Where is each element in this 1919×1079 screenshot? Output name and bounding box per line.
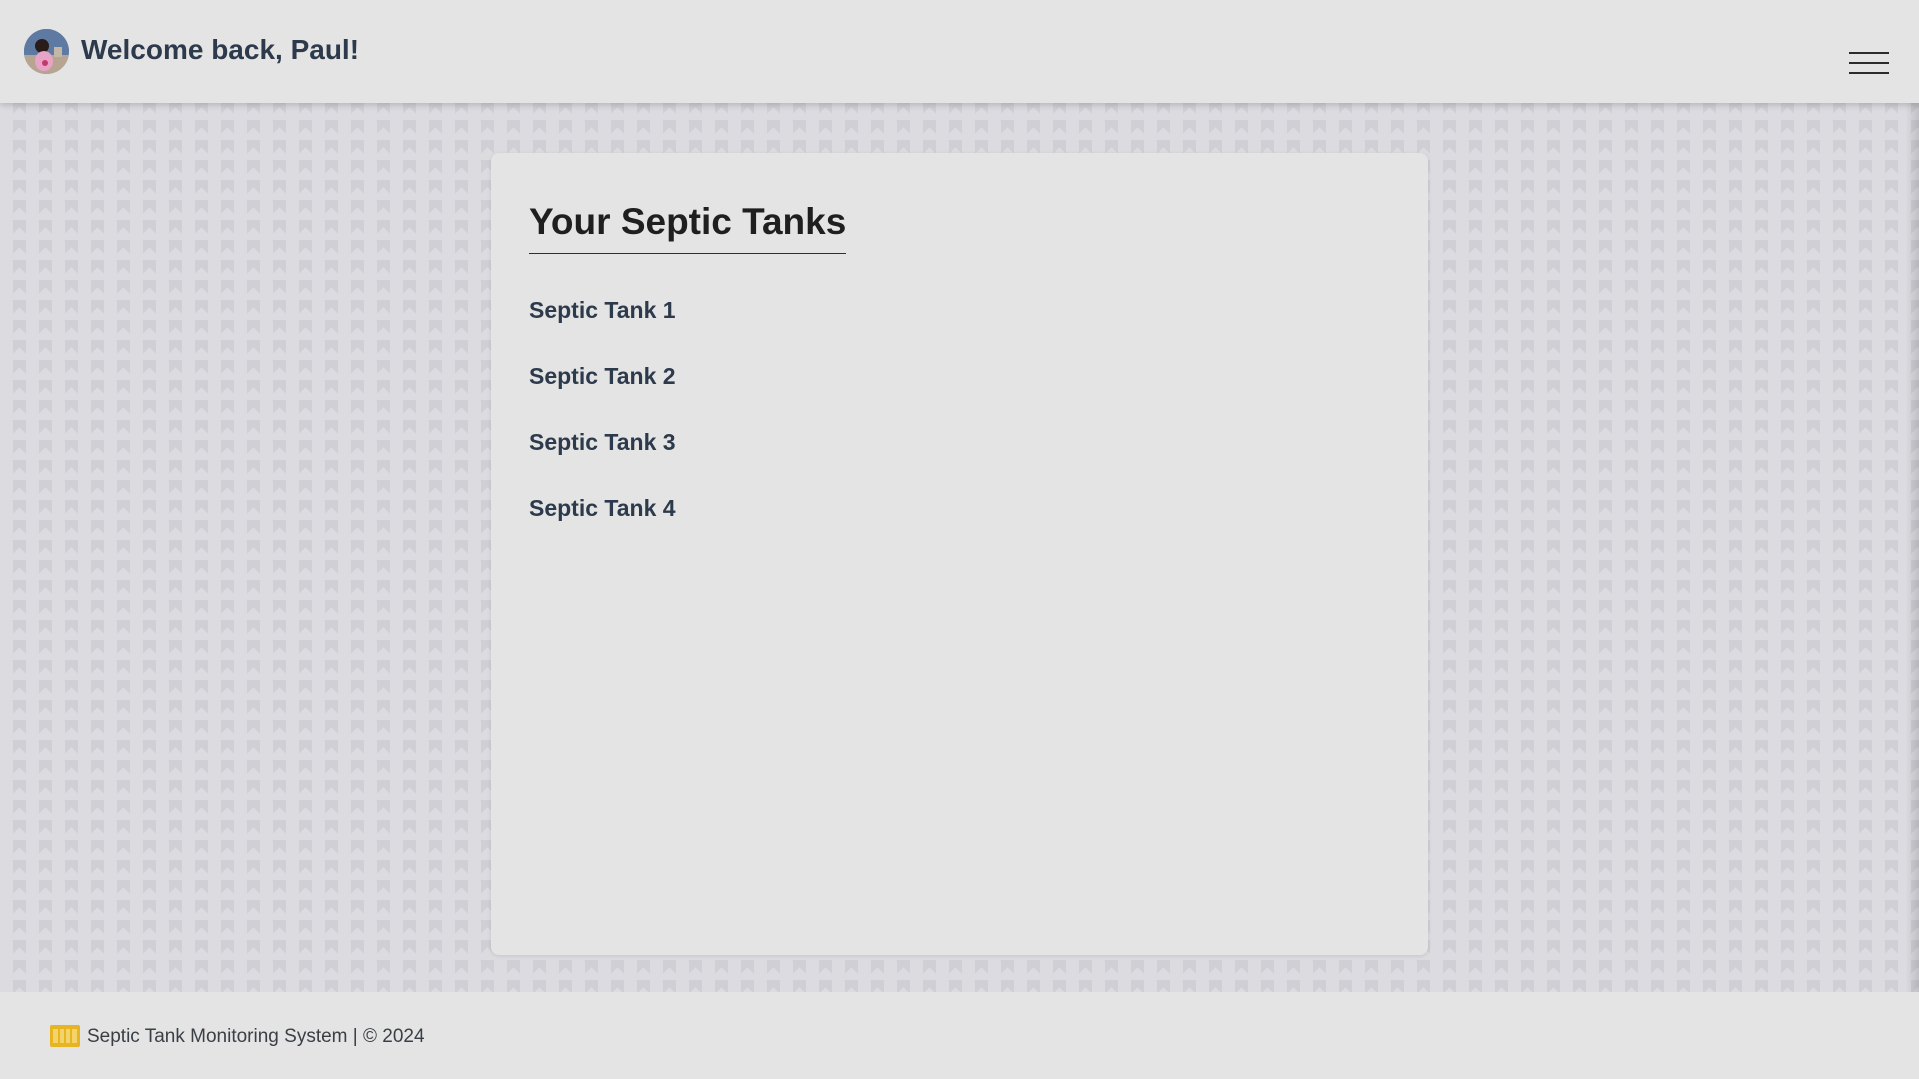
page-title: Your Septic Tanks — [529, 201, 847, 254]
septic-tank-list: Septic Tank 1 Septic Tank 2 Septic Tank … — [529, 299, 676, 565]
hamburger-menu-icon-line — [1849, 72, 1889, 74]
page-footer: Septic Tank Monitoring System | © 2024 — [0, 992, 1919, 1079]
septic-tank-link[interactable]: Septic Tank 1 — [529, 299, 676, 367]
hamburger-menu-icon-line — [1849, 62, 1889, 64]
top-navigation-bar: Welcome back, Paul! — [0, 0, 1919, 103]
septic-tanks-card: Your Septic Tanks Septic Tank 1 Septic T… — [491, 153, 1428, 955]
welcome-message: Welcome back, Paul! — [81, 34, 360, 65]
hamburger-menu-icon-line — [1849, 52, 1889, 54]
footer-copyright: Septic Tank Monitoring System | © 2024 — [87, 1026, 425, 1047]
page-edge-shadow — [1905, 103, 1919, 992]
user-avatar[interactable] — [24, 29, 69, 74]
septic-tank-link[interactable]: Septic Tank 2 — [529, 365, 676, 433]
septic-tank-link[interactable]: Septic Tank 3 — [529, 431, 676, 499]
stms-logo-icon — [50, 1025, 80, 1047]
septic-tank-link[interactable]: Septic Tank 4 — [529, 497, 676, 565]
hamburger-menu-button[interactable] — [1849, 52, 1889, 78]
avatar-photo-icon — [24, 29, 69, 74]
